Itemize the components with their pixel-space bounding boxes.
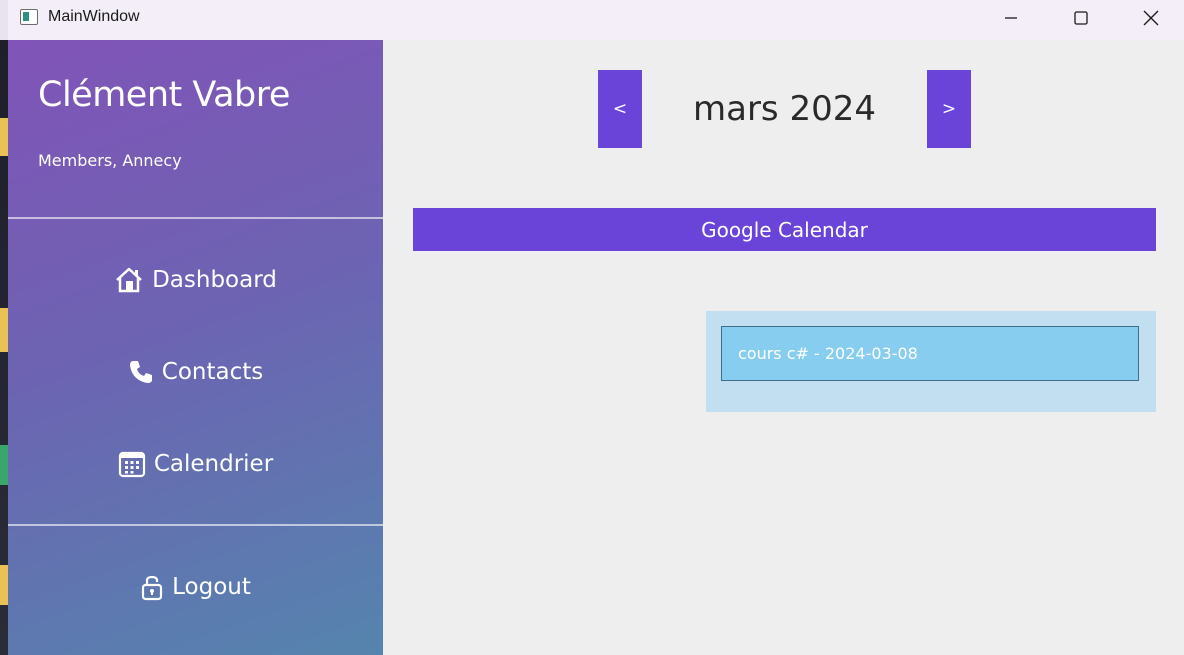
minimize-icon <box>1005 17 1017 19</box>
close-button[interactable] <box>1128 0 1174 36</box>
window-app-icon <box>20 9 38 25</box>
logout-button[interactable]: Logout <box>8 562 383 612</box>
user-role-location: Members, Annecy <box>38 151 182 170</box>
sidebar-item-label: Calendrier <box>153 451 274 477</box>
sidebar-item-dashboard[interactable]: Dashboard <box>8 255 383 305</box>
logout-label: Logout <box>172 574 251 600</box>
event-item[interactable]: cours c# - 2024-03-08 <box>721 326 1139 381</box>
phone-icon <box>129 361 152 383</box>
sidebar-divider <box>8 217 383 219</box>
title-bar[interactable]: MainWindow <box>8 0 1184 40</box>
previous-month-button[interactable]: < <box>598 70 642 148</box>
maximize-icon <box>1074 11 1088 25</box>
desktop-icon <box>0 118 8 156</box>
next-month-button[interactable]: > <box>927 70 971 148</box>
maximize-button[interactable] <box>1058 0 1104 36</box>
window-title: MainWindow <box>48 8 140 25</box>
desktop-background <box>0 40 8 655</box>
calendar-icon <box>118 451 145 478</box>
desktop-icon <box>0 308 8 352</box>
google-calendar-button[interactable]: Google Calendar <box>413 208 1156 251</box>
lock-icon <box>142 575 163 601</box>
desktop-background <box>0 0 8 40</box>
home-icon <box>116 267 142 293</box>
sidebar-item-calendrier[interactable]: Calendrier <box>8 439 383 489</box>
event-list: cours c# - 2024-03-08 <box>706 311 1156 412</box>
calendar-view: < mars 2024 > Google Calendar cours c# -… <box>383 40 1184 655</box>
current-month-label: mars 2024 <box>693 89 876 129</box>
user-name: Clément Vabre <box>38 75 290 115</box>
close-icon <box>1143 10 1159 26</box>
desktop-icon <box>0 445 8 485</box>
sidebar-divider <box>8 524 383 526</box>
sidebar: Clément Vabre Members, Annecy Dashboard … <box>8 40 383 655</box>
sidebar-item-contacts[interactable]: Contacts <box>8 347 383 397</box>
sidebar-item-label: Dashboard <box>152 267 277 293</box>
sidebar-item-label: Contacts <box>161 359 264 385</box>
desktop-icon <box>0 565 8 605</box>
minimize-button[interactable] <box>988 0 1034 36</box>
